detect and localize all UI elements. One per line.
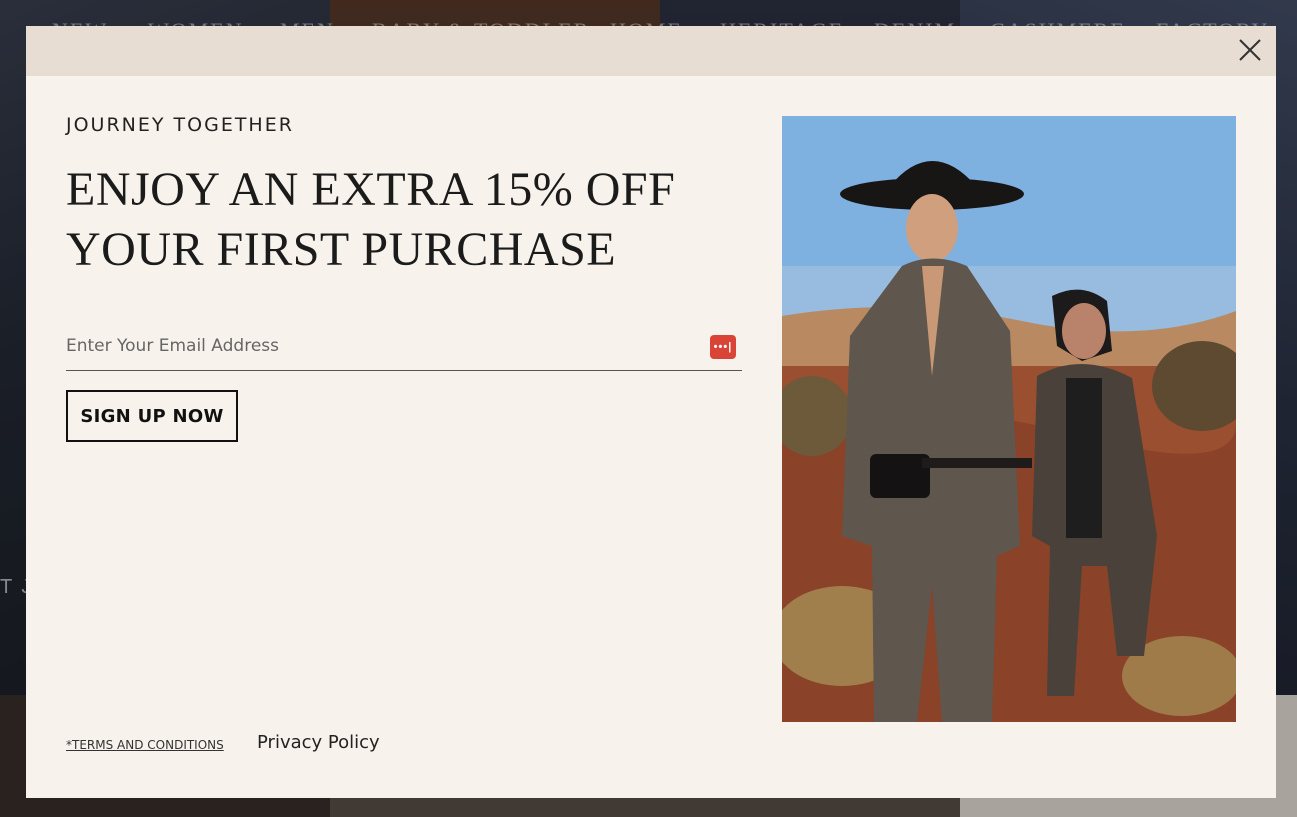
sign-up-button[interactable]: SIGN UP NOW: [66, 390, 238, 442]
promo-image-illustration: [782, 116, 1236, 722]
close-icon: [1239, 39, 1261, 61]
terms-and-conditions-link[interactable]: *TERMS AND CONDITIONS: [66, 738, 224, 752]
modal-eyebrow: JOURNEY TOGETHER: [66, 114, 294, 136]
password-manager-icon[interactable]: •••|: [710, 335, 736, 359]
email-input[interactable]: [66, 330, 686, 362]
promo-image: [782, 116, 1236, 722]
privacy-policy-link[interactable]: Privacy Policy: [257, 732, 380, 753]
headline-line-1: ENJOY AN EXTRA 15% OFF: [66, 163, 676, 216]
signup-modal: JOURNEY TOGETHER ENJOY AN EXTRA 15% OFF …: [26, 26, 1276, 798]
headline-line-2: YOUR FIRST PURCHASE: [66, 223, 617, 276]
email-field-wrapper: •••|: [66, 330, 742, 371]
close-button[interactable]: [1238, 38, 1262, 62]
modal-headline: ENJOY AN EXTRA 15% OFF YOUR FIRST PURCHA…: [66, 160, 706, 280]
modal-header-bar: [26, 26, 1276, 76]
